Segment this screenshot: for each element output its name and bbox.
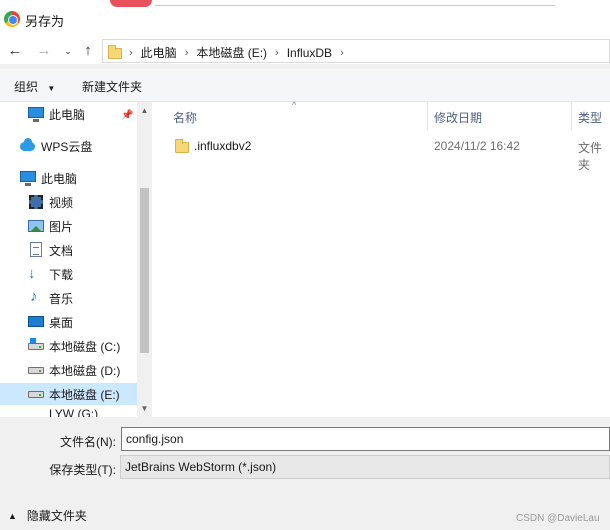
nav-item-label: 此电脑 [49, 107, 86, 122]
up-arrow-icon[interactable]: ↑ [79, 41, 97, 61]
drive-icon [28, 338, 44, 354]
scrollbar-thumb[interactable] [140, 188, 149, 353]
nav-item-label: 视频 [49, 195, 74, 210]
filename-field[interactable]: config.json [121, 427, 610, 451]
nav-item-label: 本地磁盘 (C:) [49, 339, 121, 354]
column-header-type[interactable]: 类型 [578, 102, 602, 130]
nav-item-downloads[interactable]: ↓ 下载 [28, 263, 73, 285]
nav-item-label: 此电脑 [41, 171, 78, 186]
column-divider[interactable] [427, 102, 428, 130]
address-bar[interactable]: › 此电脑 › 本地磁盘 (E:) › InfluxDB › [102, 39, 610, 63]
folder-icon [174, 138, 190, 154]
breadcrumb: › 此电脑 › 本地磁盘 (E:) › InfluxDB › [129, 44, 352, 61]
navigation-scrollbar[interactable]: ▲ ▼ [137, 102, 152, 417]
nav-item-pictures[interactable]: 图片 [28, 215, 73, 237]
nav-item-label: LYW (G:) [49, 407, 99, 417]
nav-item-drive-e[interactable]: 本地磁盘 (E:) [0, 383, 137, 405]
save-form: 文件名(N): config.json 保存类型(T): JetBrains W… [0, 417, 610, 530]
chevron-up-icon: ▲ [8, 510, 17, 521]
new-folder-button[interactable]: 新建文件夹 [82, 78, 142, 95]
nav-item-label: 本地磁盘 (D:) [49, 363, 121, 378]
forward-arrow-icon[interactable]: → [35, 41, 53, 61]
music-icon: ♪ [30, 288, 38, 305]
filetype-select[interactable]: JetBrains WebStorm (*.json) [120, 455, 610, 479]
nav-item-wps-cloud[interactable]: WPS云盘 [20, 135, 92, 157]
drive-icon [28, 386, 44, 402]
cloud-icon [20, 138, 36, 154]
drive-icon [28, 362, 44, 378]
breadcrumb-separator-icon: › [184, 46, 189, 59]
monitor-icon [28, 106, 44, 122]
breadcrumb-separator-icon: › [275, 46, 279, 59]
column-header-name[interactable]: 名称 [173, 102, 197, 130]
organize-label: 组织 [14, 80, 39, 94]
breadcrumb-separator-icon: › [340, 46, 344, 59]
column-divider[interactable] [571, 102, 572, 130]
hide-folders-label: 隐藏文件夹 [26, 509, 87, 523]
desktop-icon [28, 314, 44, 330]
hide-folders-toggle[interactable]: ▲ 隐藏文件夹 [8, 507, 87, 524]
nav-item-drive-c[interactable]: 本地磁盘 (C:) [28, 335, 120, 357]
window-title: 另存为 [25, 14, 65, 29]
breadcrumb-separator-icon: › [129, 46, 133, 59]
nav-item-label: 桌面 [49, 315, 74, 330]
nav-item-label: 本地磁盘 (E:) [49, 387, 120, 402]
nav-item-this-pc-quick[interactable]: 此电脑 [28, 103, 85, 125]
chevron-down-icon: ▼ [47, 84, 56, 93]
file-list: ^ 名称 修改日期 类型 .influxdbv2 2024/11/2 16:42… [152, 100, 610, 417]
table-row[interactable]: .influxdbv2 2024/11/2 16:42 文件夹 [152, 135, 610, 172]
navigation-bar: ← → ⌄ ↑ › 此电脑 › 本地磁盘 (E:) › InfluxDB › [0, 38, 610, 64]
monitor-icon [20, 170, 36, 186]
nav-item-this-pc[interactable]: 此电脑 [20, 167, 77, 189]
title-bar: 另存为 [0, 0, 610, 38]
nav-item-desktop[interactable]: 桌面 [28, 311, 73, 333]
breadcrumb-this-pc[interactable]: 此电脑 [141, 44, 177, 61]
nav-item-drive-g[interactable]: LYW (G:) [49, 407, 98, 417]
download-icon: ↓ [28, 265, 36, 282]
organize-button[interactable]: 组织 ▼ [14, 78, 55, 95]
nav-item-label: 音乐 [49, 291, 74, 306]
watermark: CSDN @DavieLau [516, 513, 600, 524]
file-type: 文件夹 [578, 141, 603, 172]
breadcrumb-drive-e[interactable]: 本地磁盘 (E:) [196, 44, 267, 61]
scroll-down-icon[interactable]: ▼ [137, 404, 152, 413]
nav-item-music[interactable]: ♪ 音乐 [28, 287, 73, 309]
nav-item-drive-d[interactable]: 本地磁盘 (D:) [28, 359, 120, 381]
filename-label: 文件名(N): [60, 435, 116, 449]
command-toolbar: 组织 ▼ 新建文件夹 [0, 69, 610, 102]
picture-icon [28, 218, 44, 234]
nav-item-label: 文档 [49, 243, 74, 258]
nav-item-label: WPS云盘 [41, 139, 93, 154]
pin-icon[interactable]: 📌 [121, 110, 133, 121]
scroll-up-icon[interactable]: ▲ [137, 106, 152, 115]
filetype-label: 保存类型(T): [49, 463, 116, 477]
nav-item-label: 图片 [49, 219, 74, 234]
back-arrow-icon[interactable]: ← [6, 41, 24, 61]
nav-item-documents[interactable]: 文档 [28, 239, 73, 261]
navigation-pane: 此电脑 📌 WPS云盘 此电脑 视频 图片 文档 ↓ 下载 ♪ 音乐 桌面 本地… [0, 102, 137, 417]
nav-item-videos[interactable]: 视频 [28, 191, 73, 213]
background-window-edge-line [155, 0, 555, 6]
folder-icon [107, 44, 122, 59]
breadcrumb-influxdb[interactable]: InfluxDB [287, 46, 332, 60]
video-icon [28, 194, 44, 210]
recent-locations-chevron-icon[interactable]: ⌄ [59, 41, 77, 61]
column-header-modified[interactable]: 修改日期 [434, 102, 482, 130]
nav-item-label: 下载 [49, 267, 74, 282]
sort-ascending-icon: ^ [292, 100, 297, 110]
file-name: .influxdbv2 [194, 139, 252, 153]
document-icon [28, 242, 44, 258]
background-window-edge [110, 0, 152, 7]
file-modified: 2024/11/2 16:42 [434, 139, 520, 153]
chrome-icon [4, 11, 20, 27]
